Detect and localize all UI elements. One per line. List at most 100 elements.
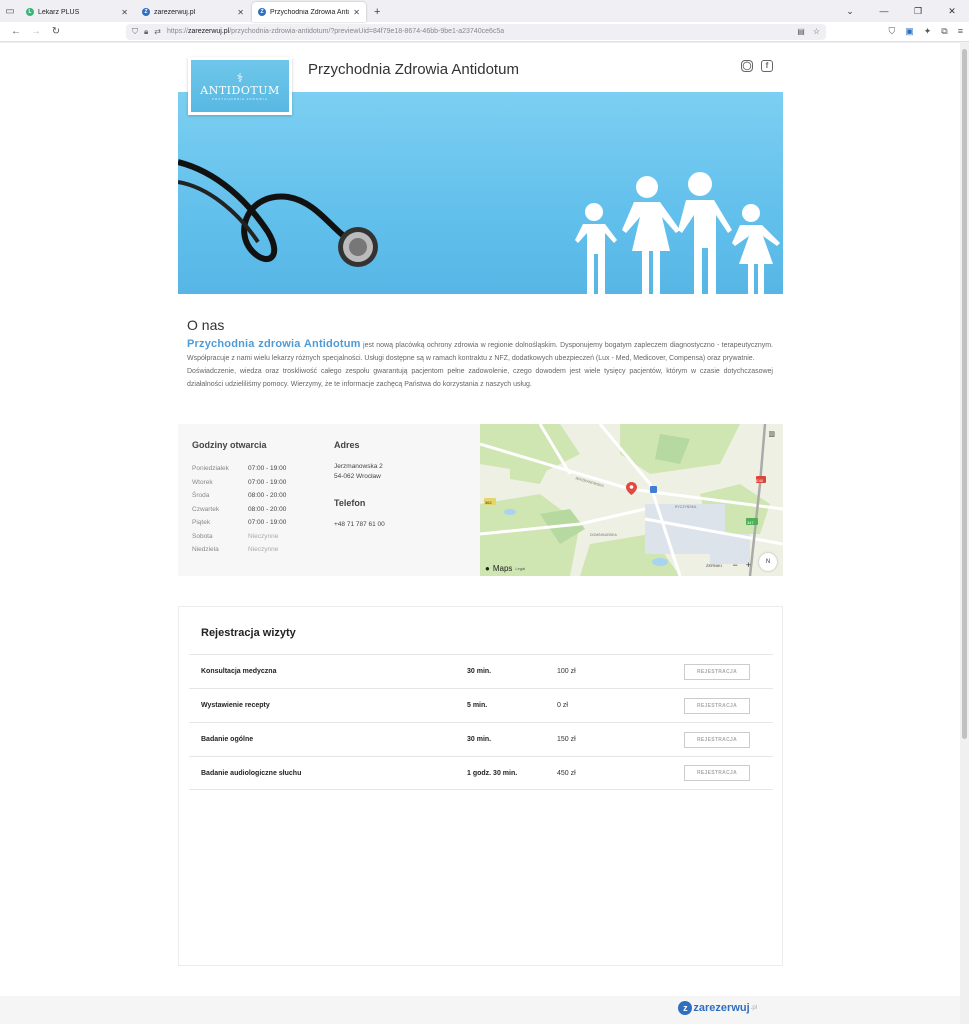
extensions-puzzle-icon[interactable]: ⧉ xyxy=(941,26,947,37)
address-block: Adres Jerzmanowska 2 54-062 Wrocław Tele… xyxy=(334,440,464,530)
page-scrollbar[interactable] xyxy=(960,43,969,1024)
service-name: Badanie ogólne xyxy=(201,736,254,743)
zarezerwuj-logo[interactable]: z zarezerwuj .pl xyxy=(678,1001,757,1015)
hours-row: Poniedziałek 07:00 - 19:00 xyxy=(192,462,322,476)
maximize-icon[interactable]: ❐ xyxy=(901,0,935,22)
close-window-icon[interactable]: ✕ xyxy=(935,0,969,22)
tab-favicon-icon: Z xyxy=(258,8,266,16)
hours-time: Nieczynne xyxy=(248,546,279,553)
about-text-2: Doświadczenie, wiedza oraz troskliwość c… xyxy=(187,368,773,388)
site-footer: z zarezerwuj .pl xyxy=(0,996,960,1024)
location-map[interactable]: 362 E40 347 JERZMANOWSKA RYCZYŃSKA DOMIN… xyxy=(480,424,783,576)
phone-number[interactable]: +48 71 787 61 00 xyxy=(334,520,464,530)
stethoscope-family-illustration xyxy=(178,159,780,294)
hours-row: Czwartek 08:00 - 20:00 xyxy=(192,503,322,517)
page-title: Przychodnia Zdrowia Antidotum xyxy=(308,61,519,78)
logo-name: ANTIDOTUM xyxy=(200,83,280,97)
location-pin-icon[interactable] xyxy=(626,482,637,495)
reader-view-icon[interactable]: ▤ xyxy=(797,27,805,36)
browser-tab[interactable]: L Lekarz PLUS ✕ xyxy=(20,2,134,22)
extension-icon[interactable]: ✦ xyxy=(924,26,932,37)
clinic-logo[interactable]: ⚕ ANTIDOTUM PRZYCHODNIA ZDROWIA xyxy=(188,57,292,115)
service-row: Badanie audiologiczne słuchu 1 godz. 30 … xyxy=(189,756,773,790)
hours-time: 08:00 - 20:00 xyxy=(248,505,287,513)
hours-time: Nieczynne xyxy=(248,532,279,540)
opening-hours-heading: Godziny otwarcia xyxy=(192,440,267,450)
hours-day: Poniedziałek xyxy=(192,465,229,472)
hours-row: Niedziela Nieczynne xyxy=(192,543,322,557)
hours-day: Piątek xyxy=(192,519,211,526)
zoom-in-icon[interactable]: + xyxy=(746,560,751,570)
hours-row: Wtorek 07:00 - 19:00 xyxy=(192,476,322,490)
close-tab-icon[interactable]: ✕ xyxy=(121,8,128,17)
scrollbar-thumb[interactable] xyxy=(962,49,967,739)
service-name: Badanie audiologiczne słuchu xyxy=(201,769,302,777)
registration-panel: Rejestracja wizyty Konsultacja medyczna … xyxy=(178,606,783,966)
browser-tab[interactable]: Z zarezerwuj.pl ✕ xyxy=(136,2,250,22)
forward-icon[interactable]: → xyxy=(26,26,46,37)
address-heading: Adres xyxy=(334,440,360,450)
extension-icon[interactable]: ▣ xyxy=(905,26,914,37)
register-button[interactable]: REJESTRACJA xyxy=(684,663,750,680)
apple-logo-icon: ● xyxy=(485,564,490,573)
tab-list-icon[interactable]: ▭ xyxy=(0,0,20,22)
service-price: 450 zł xyxy=(557,769,576,777)
footer-brand-tld: .pl xyxy=(750,1005,757,1011)
shield-icon[interactable]: ⛉ xyxy=(132,27,138,37)
instagram-icon[interactable]: ◯ xyxy=(741,60,753,72)
browser-tab-active[interactable]: Z Przychodnia Zdrowia Antidotum ✕ xyxy=(252,2,366,22)
about-brand-name: Przychodnia zdrowia Antidotum xyxy=(187,338,361,350)
road-badge: 347 xyxy=(747,520,754,525)
facebook-icon[interactable]: f xyxy=(761,60,773,72)
hours-day: Wtorek xyxy=(192,478,213,486)
register-button[interactable]: REJESTRACJA xyxy=(684,765,750,781)
close-tab-icon[interactable]: ✕ xyxy=(353,8,360,17)
street-label: DOMINIKAŃSKA xyxy=(590,533,618,537)
hours-day: Czwartek xyxy=(192,505,220,513)
pocket-icon[interactable]: ⛉ xyxy=(888,26,895,37)
hours-row: Środa 08:00 - 20:00 xyxy=(192,489,322,503)
bookmark-star-icon[interactable]: ☆ xyxy=(813,27,820,36)
reload-icon[interactable]: ↻ xyxy=(46,26,66,37)
hours-day: Sobota xyxy=(192,532,213,540)
lock-icon[interactable]: 🔒︎ xyxy=(144,27,148,37)
permissions-icon[interactable]: ⇄ xyxy=(154,27,161,36)
register-button[interactable]: REJESTRACJA xyxy=(684,731,750,748)
hours-time: 07:00 - 19:00 xyxy=(248,478,287,486)
street-label: RYCZYŃSKA xyxy=(675,505,697,509)
tab-favicon-icon: Z xyxy=(142,8,150,16)
back-icon[interactable]: ← xyxy=(6,26,26,37)
zarezerwuj-logo-icon: z xyxy=(678,1001,693,1015)
register-button[interactable]: REJESTRACJA xyxy=(684,697,750,714)
service-duration: 1 godz. 30 min. xyxy=(467,769,518,777)
footer-brand: zarezerwuj xyxy=(693,1002,750,1014)
tab-favicon-icon: L xyxy=(26,8,34,16)
new-tab-icon[interactable]: + xyxy=(368,2,386,22)
menu-icon[interactable]: ≡ xyxy=(958,26,963,37)
address-bar[interactable]: ⛉ 🔒︎ ⇄ https://zarezerwuj.pl/przychodnia… xyxy=(126,23,826,40)
map-legal-link[interactable]: Legal xyxy=(515,566,525,571)
url-path: /przychodnia-zdrowia-antidotum/?previewU… xyxy=(229,28,505,35)
logo-subtitle: PRZYCHODNIA ZDROWIA xyxy=(212,96,268,101)
url-prefix: https:// xyxy=(166,28,188,35)
minimize-icon[interactable]: — xyxy=(867,0,901,22)
phone-heading: Telefon xyxy=(334,498,366,508)
service-duration: 30 min. xyxy=(467,736,492,743)
tab-overflow-icon[interactable]: ⌄ xyxy=(833,0,867,22)
zoom-out-icon[interactable]: − xyxy=(732,560,737,570)
compass-icon[interactable]: N xyxy=(759,553,777,571)
map-place-label: ŻERNIKI xyxy=(706,563,722,568)
services-table: Konsultacja medyczna 30 min. 100 zł REJE… xyxy=(189,654,773,790)
map-layers-icon[interactable]: ▥ xyxy=(768,430,775,438)
caduceus-icon: ⚕ xyxy=(236,70,244,85)
opening-hours: Godziny otwarcia Poniedziałek 07:00 - 19:… xyxy=(192,440,322,557)
hero-image xyxy=(178,92,783,294)
tab-label: Lekarz PLUS xyxy=(38,8,80,16)
hours-day: Niedziela xyxy=(192,546,219,553)
registration-heading: Rejestracja wizyty xyxy=(201,627,296,639)
hours-row: Piątek 07:00 - 19:00 xyxy=(192,516,322,530)
service-duration: 30 min. xyxy=(467,668,492,675)
close-tab-icon[interactable]: ✕ xyxy=(237,8,244,17)
page-viewport: ⚕ ANTIDOTUM PRZYCHODNIA ZDROWIA Przychod… xyxy=(0,43,960,1024)
service-price: 0 zł xyxy=(557,702,568,709)
